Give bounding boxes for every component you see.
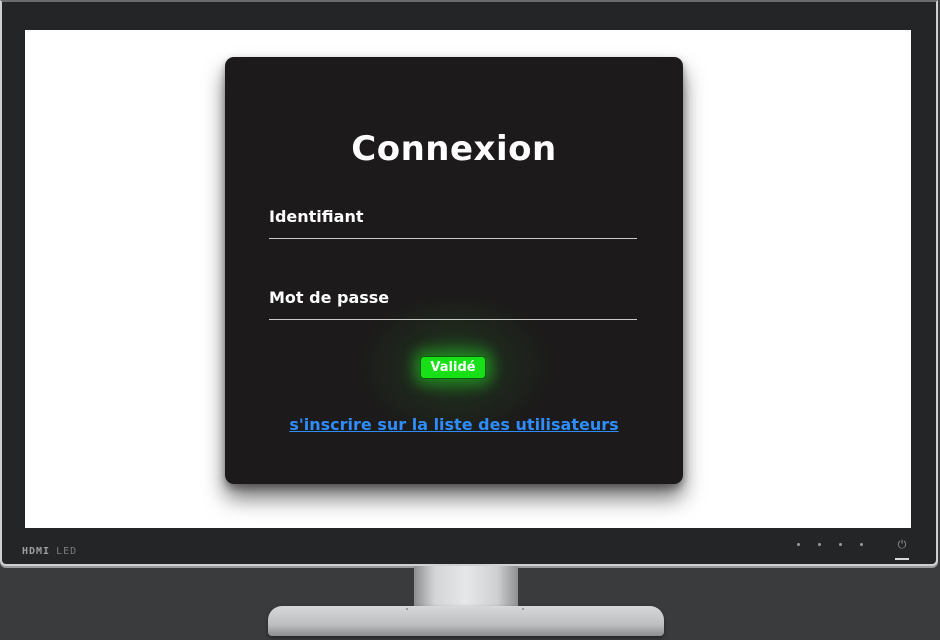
username-field[interactable]: Identifiant xyxy=(269,207,637,239)
brand-hdmi: HDMI xyxy=(22,546,51,557)
username-input[interactable] xyxy=(269,207,637,239)
login-card: Connexion Identifiant Mot de passe Valid… xyxy=(225,57,683,484)
brand-led: LED xyxy=(56,546,78,557)
password-field[interactable]: Mot de passe xyxy=(269,288,637,320)
control-dot[interactable] xyxy=(797,543,800,546)
monitor-stand-neck xyxy=(414,566,518,610)
power-indicator xyxy=(895,558,909,560)
control-dot[interactable] xyxy=(860,543,863,546)
submit-button[interactable]: Validé xyxy=(420,356,486,379)
power-icon: ⏻ xyxy=(897,538,907,551)
login-title: Connexion xyxy=(351,129,557,169)
control-dot[interactable] xyxy=(839,543,842,546)
monitor-stand-base xyxy=(268,606,664,636)
base-screw xyxy=(522,608,524,610)
monitor-control-dots xyxy=(797,543,863,546)
control-dot[interactable] xyxy=(818,543,821,546)
signup-link[interactable]: s'inscrire sur la liste des utilisateurs xyxy=(225,415,683,434)
base-screw xyxy=(406,608,408,610)
scene: HDMI LED ⏻ Connexion Identifiant Mot de p… xyxy=(0,0,940,640)
power-button[interactable]: ⏻ xyxy=(893,538,911,562)
monitor-brand-label: HDMI LED xyxy=(22,546,77,557)
password-input[interactable] xyxy=(269,288,637,320)
